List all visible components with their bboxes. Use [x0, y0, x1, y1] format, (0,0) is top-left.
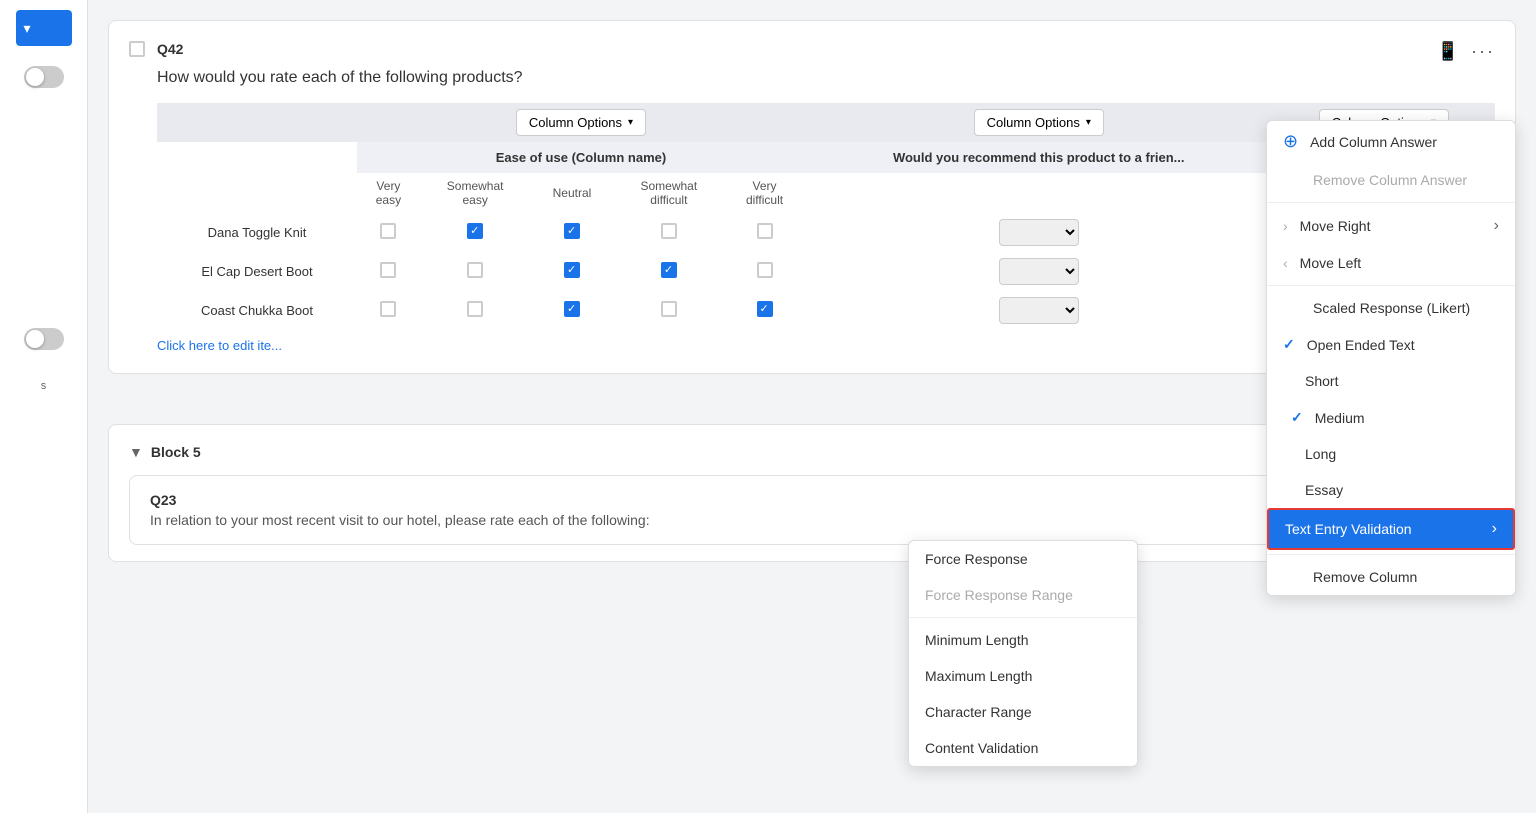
checkbox-r1c2[interactable] — [467, 223, 483, 239]
row-header-empty — [157, 103, 357, 142]
toggle-knob-1 — [26, 68, 44, 86]
col-options-btn-2[interactable]: Column Options ▾ — [974, 109, 1104, 136]
menu-scaled-response[interactable]: Scaled Response (Likert) — [1267, 290, 1515, 326]
menu-character-range[interactable]: Character Range — [909, 694, 1137, 730]
checkbox-r2c4[interactable] — [661, 262, 677, 278]
question-checkbox-q42[interactable] — [129, 41, 145, 57]
row-label-2: El Cap Desert Boot — [157, 252, 357, 291]
menu-separator-2 — [1267, 285, 1515, 286]
col-header-recommend: Column Options ▾ — [805, 103, 1273, 142]
left-menu-separator — [909, 617, 1137, 618]
menu-move-right[interactable]: › Move Right — [1267, 207, 1515, 245]
sub-header-somewhat-difficult: Somewhatdifficult — [614, 173, 725, 213]
menu-remove-column[interactable]: Remove Column — [1267, 559, 1515, 595]
question-icons: 📱 ··· — [1437, 41, 1495, 62]
col-empty-sub — [157, 142, 357, 173]
col-header-ease: Ease of use (Column name) — [357, 142, 805, 173]
main-content: Q42 📱 ··· How would you rate each of the… — [88, 0, 1536, 813]
sidebar: ▾ s — [0, 0, 88, 813]
menu-text-entry-validation[interactable]: Text Entry Validation › — [1267, 508, 1515, 550]
checkbox-r3c2[interactable] — [467, 301, 483, 317]
sidebar-toggle-2[interactable] — [24, 328, 64, 350]
checkbox-r1c5[interactable] — [757, 223, 773, 239]
select-r2[interactable] — [999, 258, 1079, 285]
question-header: Q42 — [129, 41, 1495, 57]
col-options-arrow-2: ▾ — [1086, 117, 1091, 128]
col-options-dropdown: ⊕ Add Column Answer Remove Column Answer… — [1266, 120, 1516, 596]
menu-separator-1 — [1267, 202, 1515, 203]
checkbox-r1c4[interactable] — [661, 223, 677, 239]
sidebar-label-s: s — [4, 380, 84, 392]
col-header-recommend2: Would you recommend this product to a fr… — [805, 142, 1273, 173]
checkbox-r1c1[interactable] — [380, 223, 396, 239]
sub-header-col2 — [805, 173, 1273, 213]
chevron-left-icon: ‹ — [1283, 255, 1288, 271]
left-context-dropdown: Force Response Force Response Range Mini… — [908, 540, 1138, 767]
menu-medium[interactable]: ✓ Medium — [1267, 399, 1515, 436]
checkbox-r2c1[interactable] — [380, 262, 396, 278]
toggle-knob-2 — [26, 330, 44, 348]
row-label-1: Dana Toggle Knit — [157, 213, 357, 252]
chevron-right-icon-validation: › — [1492, 520, 1497, 538]
checkbox-r3c3[interactable] — [564, 301, 580, 317]
menu-move-left[interactable]: ‹ Move Left — [1267, 245, 1515, 281]
menu-add-column-answer[interactable]: ⊕ Add Column Answer — [1267, 121, 1515, 162]
question-number-q42: Q42 — [157, 41, 183, 57]
sidebar-toggle-1[interactable] — [24, 66, 64, 88]
menu-content-validation[interactable]: Content Validation — [909, 730, 1137, 766]
menu-minimum-length[interactable]: Minimum Length — [909, 622, 1137, 658]
block-toggle-arrow[interactable]: ▼ — [129, 444, 143, 460]
checkbox-r3c5[interactable] — [757, 301, 773, 317]
check-open-ended-icon: ✓ — [1283, 336, 1295, 353]
more-icon[interactable]: ··· — [1471, 41, 1495, 62]
menu-open-ended-text[interactable]: ✓ Open Ended Text — [1267, 326, 1515, 363]
select-r3[interactable] — [999, 297, 1079, 324]
sub-header-very-easy: Veryeasy — [357, 173, 420, 213]
checkbox-r3c4[interactable] — [661, 301, 677, 317]
col-options-btn-1[interactable]: Column Options ▾ — [516, 109, 646, 136]
col-options-cell-1: Column Options ▾ — [357, 103, 805, 142]
check-medium-icon: ✓ — [1291, 409, 1303, 426]
col-options-arrow-1: ▾ — [628, 117, 633, 128]
menu-remove-column-answer: Remove Column Answer — [1267, 162, 1515, 198]
menu-essay[interactable]: Essay — [1267, 472, 1515, 508]
menu-separator-3 — [1267, 554, 1515, 555]
sub-header-neutral: Neutral — [530, 173, 613, 213]
menu-force-response[interactable]: Force Response — [909, 541, 1137, 577]
checkbox-r1c3[interactable] — [564, 223, 580, 239]
sub-header-somewhat-easy: Somewhateasy — [420, 173, 531, 213]
sub-header-very-difficult: Verydifficult — [724, 173, 805, 213]
sidebar-dropdown[interactable]: ▾ — [16, 10, 72, 46]
question-text-q42: How would you rate each of the following… — [157, 69, 1495, 87]
menu-long[interactable]: Long — [1267, 436, 1515, 472]
sub-header-empty — [157, 173, 357, 213]
q23-number: Q23 — [150, 492, 176, 508]
menu-force-response-range: Force Response Range — [909, 577, 1137, 613]
menu-short[interactable]: Short — [1267, 363, 1515, 399]
add-icon: ⊕ — [1283, 131, 1298, 152]
checkbox-r2c2[interactable] — [467, 262, 483, 278]
block-5-label: Block 5 — [151, 444, 201, 460]
checkbox-r3c1[interactable] — [380, 301, 396, 317]
menu-maximum-length[interactable]: Maximum Length — [909, 658, 1137, 694]
mobile-icon[interactable]: 📱 — [1437, 41, 1459, 62]
select-r1[interactable] — [999, 219, 1079, 246]
row-label-3: Coast Chukka Boot — [157, 291, 357, 330]
chevron-right-icon: › — [1283, 218, 1288, 234]
checkbox-r2c5[interactable] — [757, 262, 773, 278]
checkbox-r2c3[interactable] — [564, 262, 580, 278]
